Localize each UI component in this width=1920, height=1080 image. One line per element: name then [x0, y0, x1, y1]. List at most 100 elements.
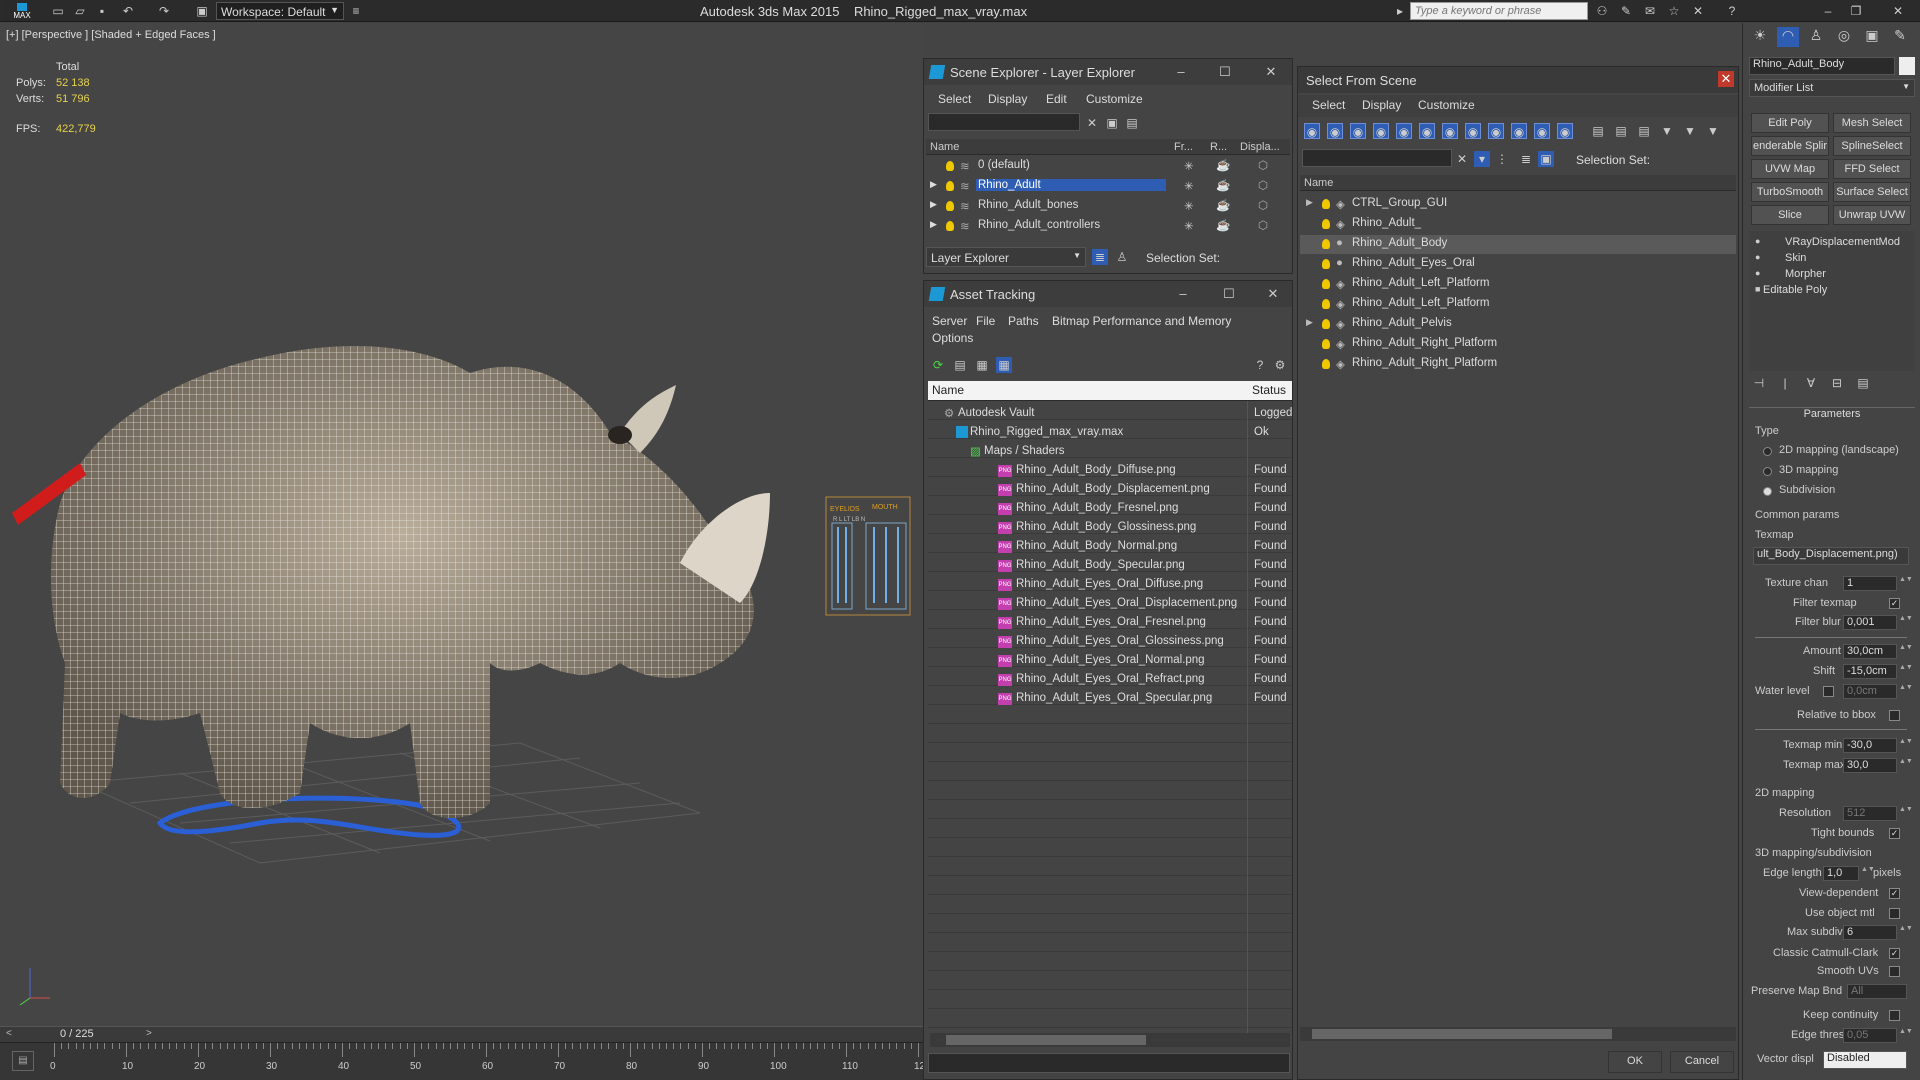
spinner-icon[interactable]: ▲▼: [1899, 925, 1913, 940]
camera-filter-icon[interactable]: ◉: [1373, 123, 1389, 139]
vector-displ-dropdown[interactable]: Disabled: [1823, 1051, 1907, 1069]
select-all-icon[interactable]: ▤: [1590, 123, 1606, 139]
menu-edit[interactable]: Edit: [1046, 92, 1067, 106]
expand-icon[interactable]: ▶: [930, 179, 937, 190]
max-subdivs-input[interactable]: 6: [1843, 925, 1897, 940]
minimize-icon[interactable]: –: [1820, 3, 1836, 19]
scrollbar-thumb[interactable]: [946, 1035, 1146, 1045]
lightbulb-icon[interactable]: [946, 161, 954, 171]
relative-bbox-checkbox[interactable]: [1889, 710, 1900, 721]
stack-item[interactable]: ● Skin: [1749, 251, 1915, 267]
scene-explorer-titlebar[interactable]: Scene Explorer - Layer Explorer: [924, 59, 1292, 85]
asset-row[interactable]: PNG Rhino_Adult_Body_Normal.png Found: [928, 538, 1292, 557]
expand-icon[interactable]: ▸: [1392, 3, 1408, 19]
app-logo[interactable]: MAX: [3, 1, 41, 21]
mini-curve-editor-icon[interactable]: ▤: [12, 1051, 34, 1071]
spinner-icon[interactable]: ▲▼: [1861, 866, 1875, 881]
scene-search-input[interactable]: [928, 113, 1080, 131]
keep-continuity-checkbox[interactable]: [1889, 1010, 1900, 1021]
make-unique-icon[interactable]: ∀: [1803, 375, 1819, 391]
asset-row[interactable]: PNG Rhino_Adult_Eyes_Oral_Fresnel.png Foun…: [928, 614, 1292, 633]
scene-object-row[interactable]: ◈ Rhino_Adult_Right_Platform: [1300, 335, 1736, 354]
shift-input[interactable]: -15,0cm: [1843, 664, 1897, 679]
smooth-uvs-checkbox[interactable]: [1889, 966, 1900, 977]
modifier-button[interactable]: Surface Select: [1833, 182, 1911, 202]
expand-icon[interactable]: ▶: [930, 199, 937, 210]
tight-bounds-checkbox[interactable]: ✓: [1889, 828, 1900, 839]
water-level-input[interactable]: 0,0cm: [1843, 684, 1897, 699]
search-input[interactable]: Type a keyword or phrase: [1410, 2, 1588, 20]
menu-paths[interactable]: Paths: [1008, 314, 1039, 328]
motion-tab-icon[interactable]: ◎: [1833, 27, 1855, 47]
spinner-icon[interactable]: ▲▼: [1899, 806, 1913, 821]
selection-set-icon[interactable]: ▣: [1538, 151, 1554, 167]
texmap-button[interactable]: ult_Body_Displacement.png): [1753, 547, 1909, 565]
modifier-button[interactable]: SplineSelect: [1833, 136, 1911, 156]
resolution-input[interactable]: 512: [1843, 806, 1897, 821]
object-color-swatch[interactable]: [1899, 57, 1915, 75]
workspace-dropdown[interactable]: Workspace: Default ▼: [216, 2, 344, 20]
menu-bitmap-performance[interactable]: Bitmap Performance and Memory: [1052, 314, 1231, 328]
asset-row[interactable]: PNG Rhino_Adult_Eyes_Oral_Displacement.pn…: [928, 595, 1292, 614]
pin-stack-icon[interactable]: ⊣: [1751, 375, 1767, 391]
radio-button[interactable]: [1763, 467, 1772, 476]
scene-object-row[interactable]: ◈ Rhino_Adult_Right_Platform: [1300, 355, 1736, 374]
select-from-scene-titlebar[interactable]: Select From Scene: [1298, 67, 1738, 93]
table-view-icon[interactable]: ▦: [996, 357, 1012, 373]
layer-row[interactable]: ≋ 0 (default) ✳ ☕ ⬡: [926, 157, 1292, 176]
filter-texmap-checkbox[interactable]: ✓: [1889, 598, 1900, 609]
visibility-bulb-icon[interactable]: ●: [1755, 236, 1760, 246]
maximize-icon[interactable]: ☐: [1220, 285, 1238, 303]
modifier-button[interactable]: Slice: [1751, 205, 1829, 225]
menu-customize[interactable]: Customize: [1418, 98, 1475, 112]
lightbulb-icon[interactable]: [1322, 279, 1330, 289]
next-frame-icon[interactable]: >: [146, 1028, 152, 1039]
help-icon[interactable]: ?: [1724, 3, 1740, 19]
spacewarp-filter-icon[interactable]: ◉: [1419, 123, 1435, 139]
radio-button[interactable]: [1763, 487, 1772, 496]
show-end-result-icon[interactable]: |: [1777, 375, 1793, 391]
scrollbar-thumb[interactable]: [1312, 1029, 1612, 1039]
filter-icon[interactable]: ▣: [1104, 115, 1120, 131]
create-tab-icon[interactable]: ☀: [1749, 27, 1771, 47]
column-name[interactable]: Name: [1300, 175, 1736, 191]
asset-row[interactable]: PNG Rhino_Adult_Body_Specular.png Found: [928, 557, 1292, 576]
layer-row[interactable]: ▶ ≋ Rhino_Adult ✳ ☕ ⬡: [926, 177, 1292, 196]
asset-path-field[interactable]: [928, 1053, 1290, 1073]
asset-row[interactable]: ⚙ Autodesk Vault Logged: [928, 405, 1292, 424]
close-icon[interactable]: ✕: [1718, 71, 1734, 87]
project-icon[interactable]: ▣: [194, 3, 210, 19]
preserve-map-dropdown[interactable]: All: [1847, 984, 1907, 999]
radio-button[interactable]: [1763, 447, 1772, 456]
render-teapot-icon[interactable]: ☕: [1216, 158, 1230, 172]
render-teapot-icon[interactable]: ☕: [1216, 218, 1230, 232]
communication-icon[interactable]: ✉: [1642, 3, 1658, 19]
lightbulb-icon[interactable]: [946, 181, 954, 191]
scene-object-row[interactable]: ▶ ◈ CTRL_Group_GUI: [1300, 195, 1736, 214]
column-asset-name[interactable]: Name: [928, 381, 1248, 401]
options-icon[interactable]: ▼: [1705, 123, 1721, 139]
visibility-bulb-icon[interactable]: ●: [1755, 252, 1760, 262]
helper-filter-icon[interactable]: ◉: [1396, 123, 1412, 139]
asset-row[interactable]: PNG Rhino_Adult_Eyes_Oral_Normal.png Found: [928, 652, 1292, 671]
asset-row[interactable]: PNG Rhino_Adult_Eyes_Oral_Glossiness.png F…: [928, 633, 1292, 652]
menu-server[interactable]: Server: [932, 314, 967, 328]
edge-length-input[interactable]: 1,0: [1823, 866, 1859, 881]
menu-select[interactable]: Select: [1312, 98, 1345, 112]
sort-icon[interactable]: ▼: [1682, 123, 1698, 139]
ok-button[interactable]: OK: [1608, 1051, 1662, 1073]
open-folder-icon[interactable]: ▱: [72, 3, 88, 19]
asset-row[interactable]: Rhino_Rigged_max_vray.max Ok: [928, 424, 1292, 443]
expand-icon[interactable]: ▶: [1306, 317, 1313, 328]
menu-display[interactable]: Display: [988, 92, 1027, 106]
shape-filter-icon[interactable]: ◉: [1327, 123, 1343, 139]
modifier-button[interactable]: TurboSmooth: [1751, 182, 1829, 202]
display-icon[interactable]: ⬡: [1258, 218, 1268, 232]
freeze-icon[interactable]: ✳: [1184, 219, 1194, 233]
close-icon[interactable]: ✕: [1262, 63, 1280, 81]
render-teapot-icon[interactable]: ☕: [1216, 178, 1230, 192]
freeze-icon[interactable]: ✳: [1184, 159, 1194, 173]
rhino-body[interactable]: [50, 346, 770, 818]
lightbulb-icon[interactable]: [1322, 319, 1330, 329]
layer-row[interactable]: ▶ ≋ Rhino_Adult_bones ✳ ☕ ⬡: [926, 197, 1292, 216]
